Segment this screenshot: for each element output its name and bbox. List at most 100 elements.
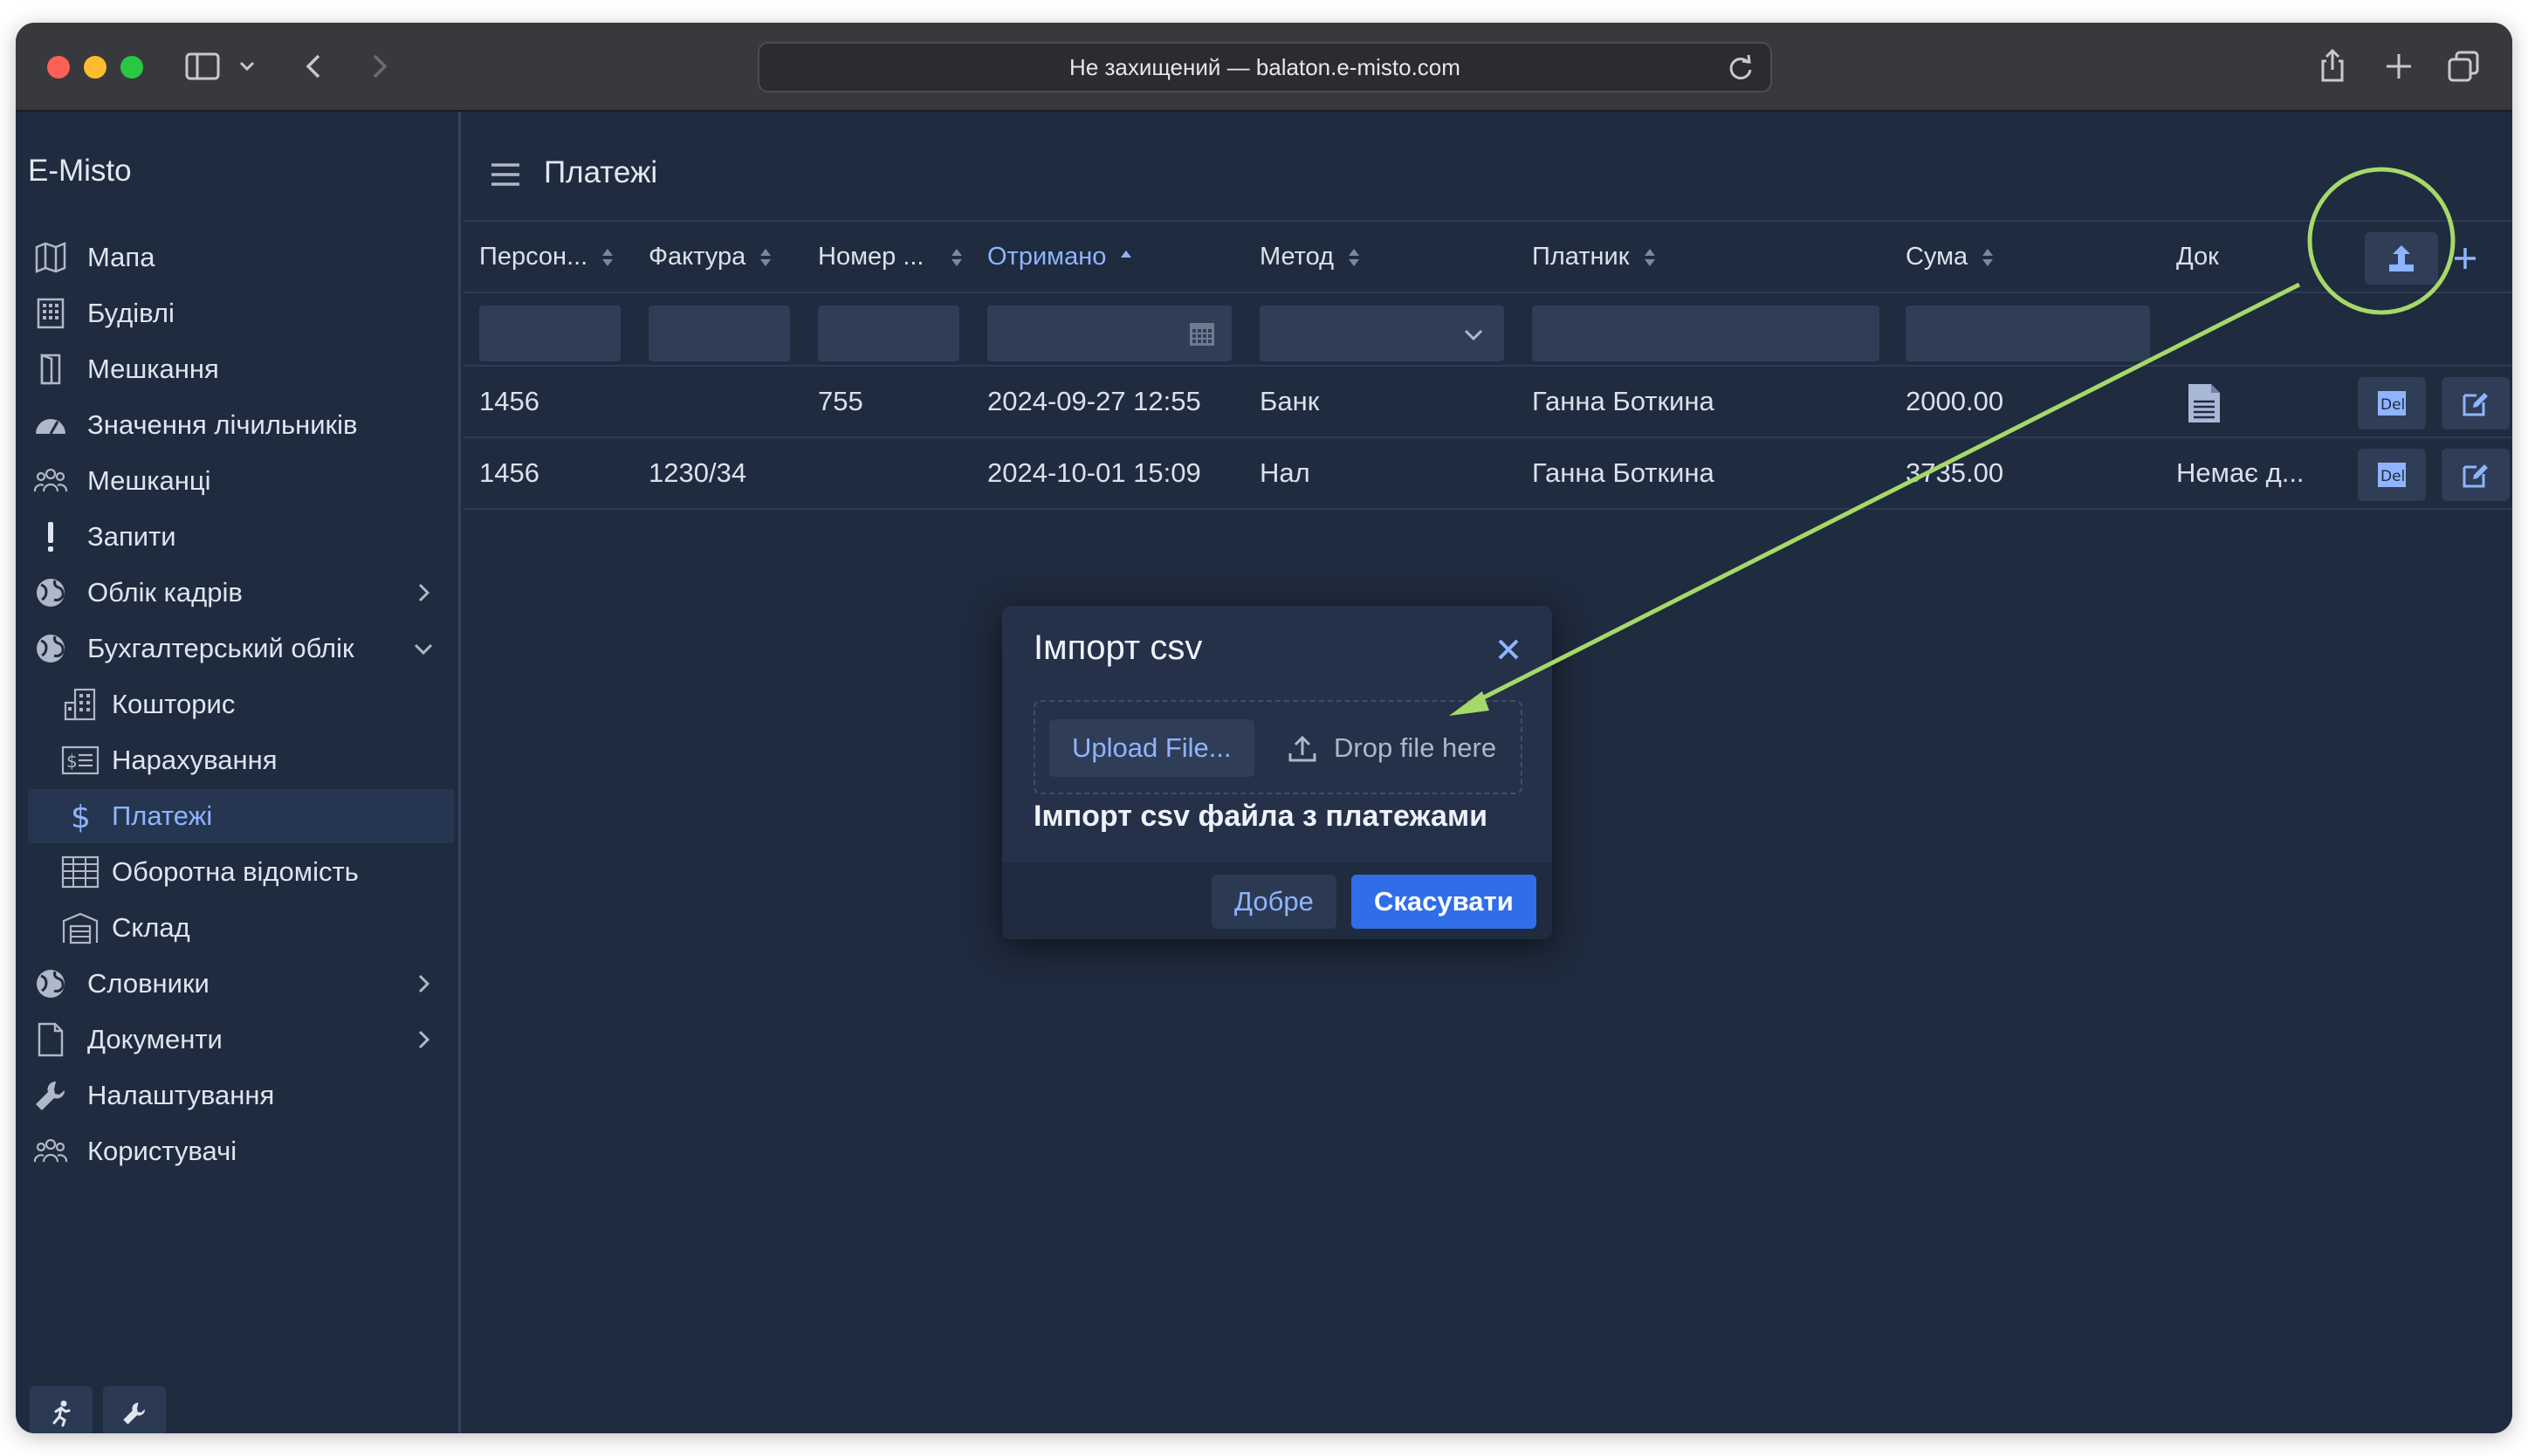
filter-sum-input[interactable] xyxy=(1906,306,2150,361)
cell-number: 755 xyxy=(818,386,863,416)
sidebar-item-label: Кошторис xyxy=(112,689,236,719)
filter-invoice-input[interactable] xyxy=(649,306,790,361)
back-icon[interactable] xyxy=(297,47,332,86)
sidebar-toggle-icon[interactable] xyxy=(183,47,222,86)
sidebar-item-warehouse[interactable]: Склад xyxy=(16,901,452,955)
add-payment-button[interactable] xyxy=(2438,232,2492,285)
file-drop-zone[interactable]: Upload File... Drop file here xyxy=(1034,700,1522,794)
column-header-invoice[interactable]: Фактура xyxy=(649,222,772,292)
address-bar[interactable]: Не захищений — balaton.e-misto.com xyxy=(758,42,1772,93)
delete-button[interactable]: Del xyxy=(2358,377,2426,429)
tools-button[interactable] xyxy=(103,1386,166,1433)
sidebar-item-users[interactable]: Користувачі xyxy=(16,1124,452,1178)
sidebar: E-Misto Мапа Будівлі Мешкання Значення л… xyxy=(16,112,461,1433)
column-header-doc: Док xyxy=(2176,222,2219,292)
upload-file-button[interactable]: Upload File... xyxy=(1049,719,1254,777)
calendar-icon[interactable] xyxy=(1188,319,1216,347)
sidebar-item-label: Бухгалтерський облік xyxy=(87,633,354,663)
drop-file-label: Drop file here xyxy=(1287,719,1496,777)
filter-method-select[interactable] xyxy=(1260,306,1504,361)
sort-icon xyxy=(760,249,772,267)
filter-number-input[interactable] xyxy=(818,306,959,361)
sidebar-item-turnover-sheet[interactable]: Оборотна відомість xyxy=(16,845,452,899)
sidebar-item-budget[interactable]: Кошторис xyxy=(16,677,452,731)
chevron-down-icon[interactable] xyxy=(234,47,260,86)
document-icon[interactable] xyxy=(2187,382,2222,424)
cell-doc: Немає д... xyxy=(2176,457,2305,488)
sidebar-item-label: Мешканці xyxy=(87,465,211,496)
share-icon[interactable] xyxy=(2313,47,2352,86)
import-csv-dialog: Імпорт csv Upload File... Drop file here… xyxy=(1002,606,1552,939)
column-label: Номер ... xyxy=(818,243,924,271)
sidebar-item-documents[interactable]: Документи xyxy=(16,1013,452,1067)
edit-icon xyxy=(2463,464,2488,488)
sidebar-item-label: Мешкання xyxy=(87,354,219,384)
sidebar-item-label: Оборотна відомість xyxy=(112,856,359,887)
table-row[interactable]: 1456 1230/34 2024-10-01 15:09 Нал Ганна … xyxy=(464,438,2512,510)
sidebar-item-label: Користувачі xyxy=(87,1136,237,1166)
sidebar-item-map[interactable]: Мапа xyxy=(16,230,452,285)
upload-icon xyxy=(1288,735,1316,762)
edit-button[interactable] xyxy=(2442,377,2510,429)
sort-icon xyxy=(1349,249,1360,267)
column-label: Персон... xyxy=(479,243,588,271)
sidebar-item-hr[interactable]: Облік кадрів xyxy=(16,566,452,620)
sidebar-item-apartments[interactable]: Мешкання xyxy=(16,342,452,396)
chevron-right-icon xyxy=(418,583,430,602)
sidebar-item-settings[interactable]: Налаштування xyxy=(16,1068,452,1123)
sidebar-item-label: Словники xyxy=(87,968,210,999)
menu-icon[interactable] xyxy=(490,161,521,189)
column-label: Метод xyxy=(1260,243,1335,271)
building-icon xyxy=(61,685,100,724)
tab-overview-icon[interactable] xyxy=(2444,47,2483,86)
cell-sum: 3735.00 xyxy=(1906,457,2004,488)
users-icon xyxy=(31,462,70,500)
forward-icon[interactable] xyxy=(361,47,396,86)
sidebar-item-label: Нарахування xyxy=(112,745,278,775)
logout-button[interactable] xyxy=(30,1386,93,1433)
close-icon[interactable] xyxy=(1496,637,1521,662)
column-header-sum[interactable]: Сума xyxy=(1906,222,1994,292)
sidebar-item-label: Налаштування xyxy=(87,1080,275,1110)
column-label: Док xyxy=(2176,243,2219,271)
ok-button[interactable]: Добре xyxy=(1212,875,1336,929)
table-row[interactable]: 1456 755 2024-09-27 12:55 Банк Ганна Бот… xyxy=(464,367,2512,438)
sidebar-item-accounting[interactable]: Бухгалтерський облік xyxy=(16,622,452,676)
close-window-button[interactable] xyxy=(47,56,70,79)
filter-personal-input[interactable] xyxy=(479,306,621,361)
cell-received: 2024-10-01 15:09 xyxy=(987,457,1201,488)
sidebar-item-meter-readings[interactable]: Значення лічильників xyxy=(16,398,452,452)
column-header-number[interactable]: Номер ... xyxy=(818,222,963,292)
zoom-window-button[interactable] xyxy=(120,56,143,79)
import-csv-button[interactable] xyxy=(2365,232,2438,285)
globe-icon xyxy=(31,629,70,668)
exclamation-icon xyxy=(31,518,70,556)
edit-button[interactable] xyxy=(2442,449,2510,501)
column-header-payer[interactable]: Платник xyxy=(1532,222,1656,292)
column-header-received[interactable]: Отримано xyxy=(987,222,1132,292)
invoice-icon: $ xyxy=(61,741,100,780)
column-header-method[interactable]: Метод xyxy=(1260,222,1360,292)
sidebar-item-dictionaries[interactable]: Словники xyxy=(16,957,452,1011)
sidebar-item-requests[interactable]: Запити xyxy=(16,510,452,564)
minimize-window-button[interactable] xyxy=(84,56,106,79)
document-icon xyxy=(31,1020,70,1059)
cancel-button[interactable]: Скасувати xyxy=(1351,875,1536,929)
column-label: Фактура xyxy=(649,243,746,271)
grid-header: Персон... Фактура Номер ... Отримано Мет… xyxy=(464,220,2512,293)
sidebar-item-label: Склад xyxy=(112,912,190,943)
filter-payer-input[interactable] xyxy=(1532,306,1879,361)
new-tab-icon[interactable] xyxy=(2380,47,2418,86)
delete-button[interactable]: Del xyxy=(2358,449,2426,501)
sidebar-item-payments[interactable]: $ Платежі xyxy=(28,789,454,843)
sidebar-item-buildings[interactable]: Будівлі xyxy=(16,286,452,340)
column-header-personal[interactable]: Персон... xyxy=(479,222,614,292)
reload-icon[interactable] xyxy=(1723,51,1758,86)
cell-received: 2024-09-27 12:55 xyxy=(987,386,1201,416)
filter-received-date-input[interactable] xyxy=(987,306,1232,361)
edit-icon xyxy=(2463,393,2488,416)
sidebar-item-charges[interactable]: $ Нарахування xyxy=(16,733,452,787)
chevron-down-icon xyxy=(1464,329,1483,341)
sidebar-item-residents[interactable]: Мешканці xyxy=(16,454,452,508)
drop-file-text: Drop file here xyxy=(1334,732,1497,763)
